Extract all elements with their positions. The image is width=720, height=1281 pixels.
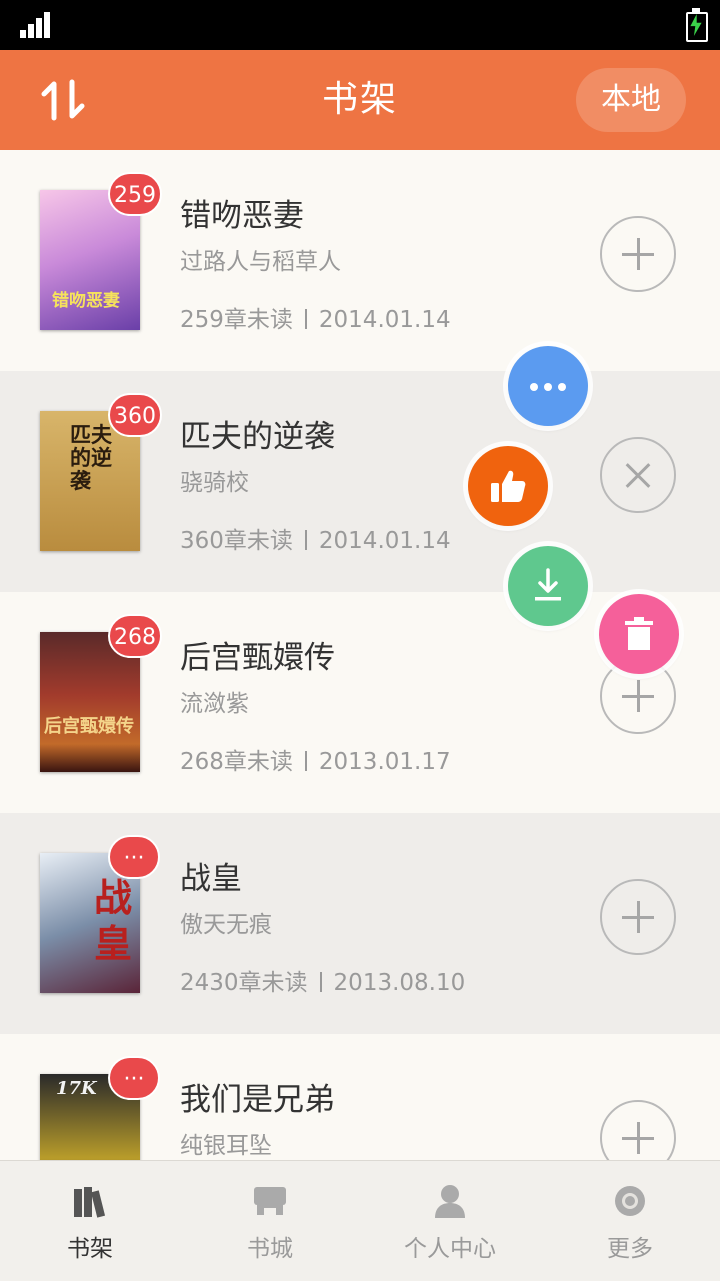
nav-bookshelf[interactable]: 书架: [0, 1161, 180, 1281]
unread-badge: 259: [108, 172, 162, 216]
book-title: 后宫甄嬛传: [180, 640, 335, 676]
unread-count: 259章未读: [180, 307, 293, 333]
update-date: 2013.08.10: [333, 970, 466, 996]
more-options-button[interactable]: [508, 346, 588, 426]
book-row[interactable]: 17K ··· 我们是兄弟 纯银耳坠: [0, 1034, 720, 1160]
update-date: 2014.01.14: [318, 528, 451, 554]
nav-label: 书架: [67, 1236, 113, 1262]
book-meta: 360章未读 2014.01.14: [180, 521, 451, 555]
recommend-button[interactable]: [468, 446, 548, 526]
book-author: 骁骑校: [180, 470, 249, 496]
book-author: 纯银耳坠: [180, 1133, 272, 1159]
add-button[interactable]: [600, 879, 676, 955]
bookshelf-icon: [74, 1187, 106, 1218]
user-icon: [435, 1185, 465, 1218]
book-title: 我们是兄弟: [180, 1082, 335, 1118]
add-button[interactable]: [600, 1100, 676, 1160]
nav-profile[interactable]: 个人中心: [360, 1161, 540, 1281]
nav-label: 更多: [607, 1236, 653, 1262]
book-meta: 268章未读 2013.01.17: [180, 742, 451, 776]
unread-badge: 360: [108, 393, 162, 437]
update-date: 2014.01.14: [318, 307, 451, 333]
unread-badge: 268: [108, 614, 162, 658]
update-date: 2013.01.17: [318, 749, 451, 775]
book-title: 错吻恶妻: [180, 198, 304, 234]
book-meta: 2430章未读 2013.08.10: [180, 963, 465, 997]
book-author: 过路人与稻草人: [180, 249, 341, 275]
battery-icon: [686, 8, 708, 42]
status-bar: [0, 0, 720, 50]
more-circle-icon: [615, 1186, 645, 1216]
book-author: 流潋紫: [180, 691, 249, 717]
book-row[interactable]: 错吻恶妻 259 错吻恶妻 过路人与稻草人 259章未读 2014.01.14: [0, 150, 720, 372]
book-title: 匹夫的逆袭: [180, 419, 335, 455]
unread-count: 2430章未读: [180, 970, 308, 996]
delete-button[interactable]: [599, 594, 679, 674]
book-row[interactable]: 战皇 ··· 战皇 傲天无痕 2430章未读 2013.08.10: [0, 813, 720, 1035]
book-author: 傲天无痕: [180, 912, 272, 938]
unread-count: 360章未读: [180, 528, 293, 554]
nav-bookstore[interactable]: 书城: [180, 1161, 360, 1281]
bookstore-icon: [254, 1187, 286, 1215]
bottom-nav: 书架 书城 个人中心 更多: [0, 1160, 720, 1281]
nav-more[interactable]: 更多: [540, 1161, 720, 1281]
more-badge: ···: [108, 835, 160, 879]
download-button[interactable]: [508, 546, 588, 626]
nav-label: 个人中心: [404, 1236, 496, 1262]
more-badge: ···: [108, 1056, 160, 1100]
add-button[interactable]: [600, 216, 676, 292]
signal-icon: [20, 12, 54, 38]
trash-icon: [625, 617, 653, 650]
unread-count: 268章未读: [180, 749, 293, 775]
thumbs-up-icon: [491, 470, 526, 502]
close-button[interactable]: [600, 437, 676, 513]
book-meta: 259章未读 2014.01.14: [180, 300, 451, 334]
local-button[interactable]: 本地: [576, 68, 686, 132]
nav-label: 书城: [247, 1236, 293, 1262]
download-icon: [535, 568, 561, 601]
book-row[interactable]: 匹夫的逆袭 360 匹夫的逆袭 骁骑校 360章未读 2014.01.14: [0, 371, 720, 593]
book-title: 战皇: [180, 861, 242, 897]
top-bar: 书架 本地: [0, 50, 720, 150]
